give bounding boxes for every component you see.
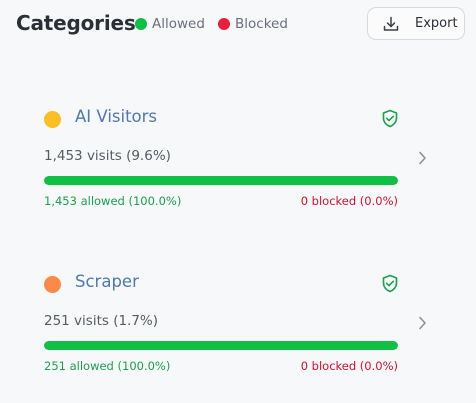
blocked-count: 0 blocked (0.0%)	[300, 359, 398, 373]
chevron-right-icon[interactable]	[416, 150, 428, 166]
legend-allowed: Allowed	[135, 16, 205, 32]
blocked-count: 0 blocked (0.0%)	[300, 194, 398, 208]
category-card-scraper[interactable]: Scraper 251 visits (1.7%) 251 allowed (1…	[0, 263, 476, 403]
shield-check-icon	[381, 274, 399, 293]
export-label: Export	[415, 16, 458, 31]
allowed-count: 251 allowed (100.0%)	[44, 359, 171, 373]
legend-blocked: Blocked	[218, 16, 288, 32]
header: Categories Allowed Blocked Export	[0, 0, 476, 50]
category-name[interactable]: Scraper	[75, 272, 139, 291]
category-card-ai-visitors[interactable]: AI Visitors 1,453 visits (9.6%) 1,453 al…	[0, 98, 476, 238]
visits-count: 1,453 visits (9.6%)	[44, 148, 171, 164]
legend-allowed-label: Allowed	[152, 16, 205, 32]
export-button[interactable]: Export	[367, 7, 465, 40]
chevron-right-icon[interactable]	[416, 315, 428, 331]
visits-count: 251 visits (1.7%)	[44, 313, 159, 329]
category-color-dot	[44, 111, 61, 128]
shield-check-icon	[381, 109, 399, 128]
allowed-count: 1,453 allowed (100.0%)	[44, 194, 182, 208]
allowed-progress-bar	[44, 176, 398, 185]
page-title: Categories	[16, 11, 136, 35]
download-icon	[382, 15, 400, 33]
allowed-progress-fill	[44, 341, 398, 350]
legend-blocked-label: Blocked	[235, 16, 288, 32]
allowed-dot	[135, 18, 147, 30]
allowed-progress-bar	[44, 341, 398, 350]
category-color-dot	[44, 276, 61, 293]
category-name[interactable]: AI Visitors	[75, 107, 157, 126]
blocked-dot	[218, 18, 230, 30]
allowed-progress-fill	[44, 176, 398, 185]
